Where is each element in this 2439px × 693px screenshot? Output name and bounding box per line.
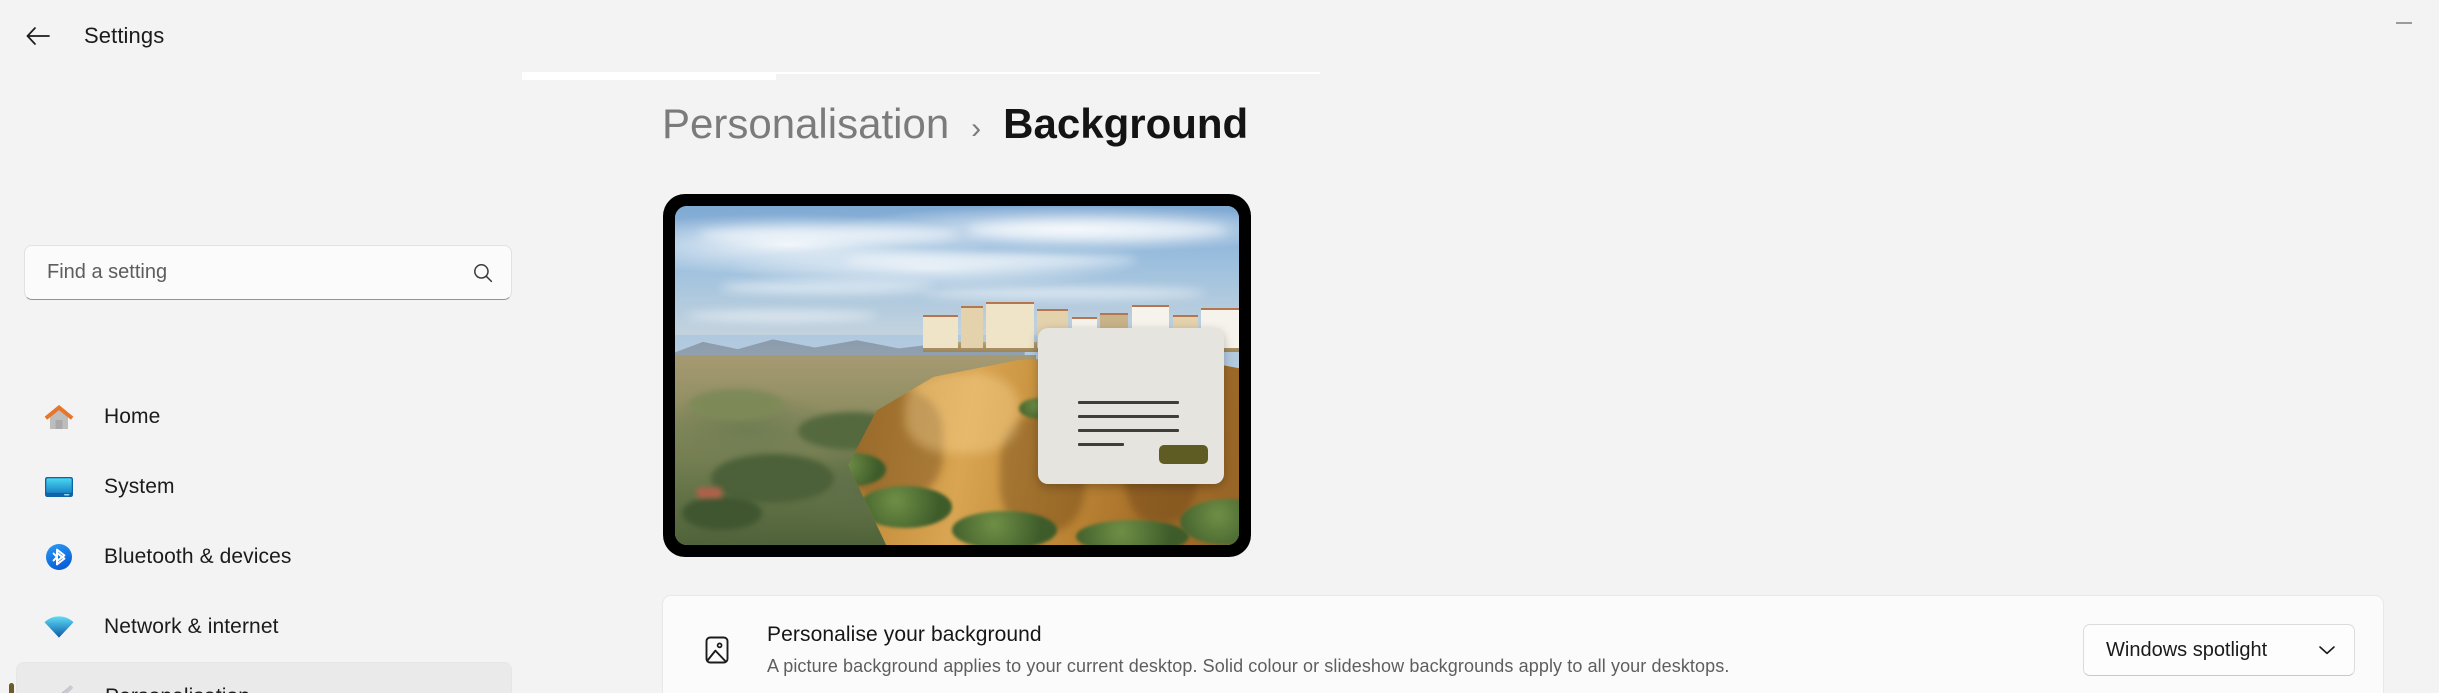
mock-text-line xyxy=(1077,429,1180,433)
brush-icon xyxy=(41,678,79,693)
row-text: Personalise your background A picture ba… xyxy=(767,623,2057,677)
search-box[interactable] xyxy=(24,245,512,300)
sidebar-item-network[interactable]: Network & internet xyxy=(16,592,512,662)
title-bar: Settings xyxy=(0,0,2439,72)
page-title: Background xyxy=(1003,100,1249,147)
minimize-icon xyxy=(2396,22,2412,24)
monitor-screen xyxy=(675,206,1239,545)
search-icon[interactable] xyxy=(455,262,511,284)
system-icon xyxy=(40,468,78,506)
personalise-background-row: Personalise your background A picture ba… xyxy=(662,595,2384,693)
sidebar: Home xyxy=(0,72,522,693)
sidebar-item-system[interactable]: System xyxy=(16,452,512,522)
settings-window: Settings Find a setting Home System Blue… xyxy=(0,0,2439,693)
background-type-dropdown[interactable]: Windows spotlight xyxy=(2083,624,2355,676)
network-icon xyxy=(40,608,78,646)
minimize-button[interactable] xyxy=(2369,0,2439,46)
wallpaper-mock-dialog xyxy=(1038,328,1225,484)
background-preview[interactable] xyxy=(663,194,1251,557)
sidebar-item-label: Home xyxy=(104,405,161,428)
sidebar-item-label: Bluetooth & devices xyxy=(104,545,292,568)
sidebar-item-bluetooth[interactable]: Bluetooth & devices xyxy=(16,522,512,592)
sidebar-nav: Home System Bluetooth & devices Network … xyxy=(16,382,512,693)
window-controls xyxy=(2369,0,2439,60)
breadcrumb: Personalisation › Background xyxy=(662,100,1248,148)
sidebar-item-personalisation[interactable]: Personalisation xyxy=(16,662,512,693)
mock-text-line xyxy=(1077,401,1180,405)
sidebar-item-label: Network & internet xyxy=(104,615,279,638)
mock-dialog-button xyxy=(1159,445,1208,464)
search-container xyxy=(24,245,512,300)
window-title: Settings xyxy=(84,23,165,48)
sidebar-item-label: Personalisation xyxy=(105,685,250,693)
mock-text-line xyxy=(1077,415,1180,419)
home-icon xyxy=(40,398,78,436)
row-title: Personalise your background xyxy=(767,623,1042,646)
dropdown-selected-value: Windows spotlight xyxy=(2106,638,2268,661)
breadcrumb-parent[interactable]: Personalisation xyxy=(662,100,949,148)
sidebar-item-label: System xyxy=(104,475,175,498)
breadcrumb-separator-icon: › xyxy=(971,112,982,145)
picture-icon xyxy=(693,626,741,674)
back-arrow-icon xyxy=(25,25,51,47)
monitor-bezel xyxy=(663,194,1251,557)
mock-text-line xyxy=(1077,443,1125,447)
back-button[interactable] xyxy=(14,12,62,60)
chevron-down-icon xyxy=(2318,644,2336,656)
sidebar-item-home[interactable]: Home xyxy=(16,382,512,452)
main-content: Personalisation › Background Personalise… xyxy=(522,72,2439,693)
search-input[interactable] xyxy=(25,261,455,284)
row-description: A picture background applies to your cur… xyxy=(767,656,1730,676)
bluetooth-icon xyxy=(40,538,78,576)
